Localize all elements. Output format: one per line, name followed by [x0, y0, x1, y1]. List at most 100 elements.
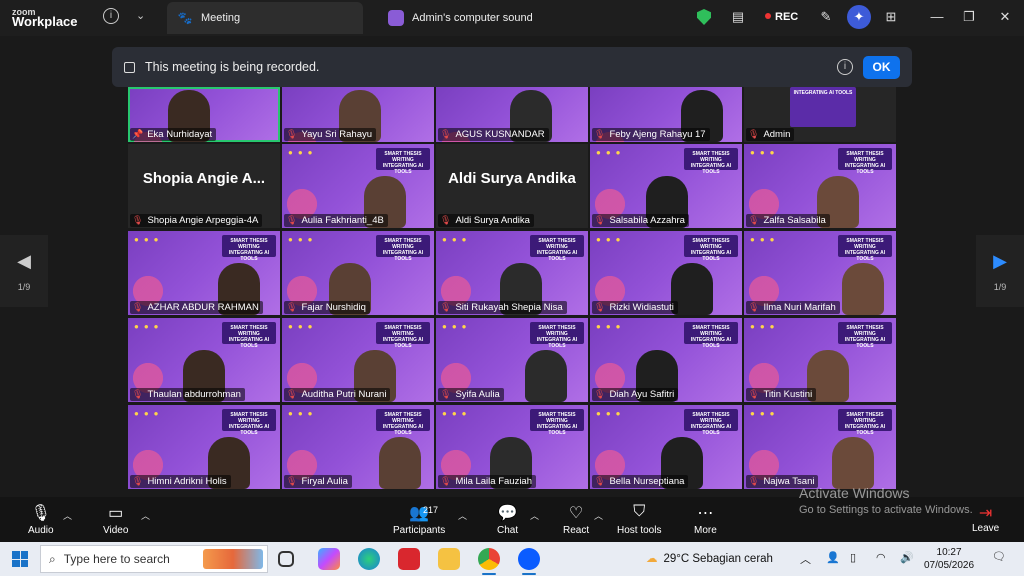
copilot-icon[interactable] [318, 548, 340, 570]
chrome-icon[interactable] [478, 548, 500, 575]
muted-mic-icon: 🎙 [440, 215, 452, 225]
sponsor-logos-icon: ●●● [750, 235, 780, 244]
windows-start-icon[interactable] [12, 551, 28, 567]
tray-people-icon[interactable]: 👤 [826, 551, 840, 564]
chat-button[interactable]: 💬 Chat [497, 503, 518, 536]
notification-icon[interactable]: 🗨 [992, 550, 1006, 563]
participant-tile[interactable]: ●●● SMART THESIS WRITING INTEGRATING AI T… [436, 405, 588, 489]
info-icon[interactable]: i [103, 8, 119, 24]
participant-tile[interactable]: ●●● SMART THESIS WRITING INTEGRATING AI T… [282, 405, 434, 489]
participant-name-label: 🎙 Diah Ayu Safitri [592, 388, 679, 401]
participant-video [379, 437, 421, 489]
taskbar-search[interactable]: ⌕ Type here to search [40, 545, 268, 573]
participants-caret-icon[interactable]: ︿ [458, 509, 467, 522]
annotate-pen-icon[interactable]: ✎ [817, 8, 835, 26]
wps-office-icon[interactable] [398, 548, 420, 570]
recording-indicator[interactable]: REC [765, 11, 798, 23]
participants-button[interactable]: 👥 217 Participants [393, 503, 445, 536]
security-shield-icon[interactable] [697, 9, 711, 25]
wifi-icon[interactable]: ◠ [876, 551, 886, 564]
recording-message: This meeting is being recorded. [145, 60, 320, 74]
restore-icon[interactable]: ❐ [960, 8, 978, 26]
audio-options-caret-icon[interactable]: ︿ [63, 509, 72, 522]
react-label: React [563, 525, 590, 536]
participant-tile[interactable]: 📌 Eka Nurhidayat [128, 87, 280, 142]
participant-tile[interactable]: ●●● SMART THESIS WRITING INTEGRATING AI T… [590, 318, 742, 402]
participant-tile[interactable]: Aldi Surya Andika 🎙 Aldi Surya Andika [436, 144, 588, 228]
participant-tile[interactable]: ●●● SMART THESIS WRITING INTEGRATING AI T… [436, 318, 588, 402]
prev-page-button[interactable]: ◀ 1/9 [0, 235, 48, 307]
minimize-icon[interactable]: — [928, 8, 946, 26]
event-banner: SMART THESIS WRITING INTEGRATING AI TOOL… [530, 322, 584, 349]
close-icon[interactable]: ✕ [996, 8, 1014, 26]
participant-name: Diah Ayu Safitri [609, 389, 675, 400]
participant-name: Eka Nurhidayat [147, 129, 213, 140]
weather-widget[interactable]: 29°C Sebagian cerah [646, 551, 773, 565]
chat-caret-icon[interactable]: ︿ [530, 509, 539, 522]
participant-name-label: 🎙 Aldi Surya Andika [438, 214, 534, 227]
participant-name: Firyal Aulia [301, 476, 348, 487]
brand-name: Workplace [12, 14, 78, 29]
chevron-down-icon[interactable]: ⌄ [136, 9, 145, 22]
event-banner: SMART THESIS WRITING INTEGRATING AI TOOL… [222, 235, 276, 262]
edge-browser-icon[interactable] [358, 548, 380, 570]
sponsor-logos-icon: ●●● [750, 148, 780, 157]
leave-button[interactable]: ⇥ Leave [972, 503, 999, 534]
tray-chevron-up-icon[interactable]: ︿ [800, 551, 811, 567]
react-button[interactable]: ♡ React [563, 503, 589, 536]
tab-meeting[interactable]: 🐾 Meeting [167, 2, 363, 34]
participant-tile[interactable]: ●●● SMART THESIS WRITING INTEGRATING AI T… [744, 231, 896, 315]
video-options-caret-icon[interactable]: ︿ [141, 509, 150, 522]
event-banner: SMART THESIS WRITING INTEGRATING AI TOOL… [684, 235, 738, 262]
participant-tile[interactable]: ●●● SMART THESIS WRITING INTEGRATING AI T… [590, 231, 742, 315]
sponsor-logos-icon: ●●● [134, 235, 164, 244]
muted-mic-icon: 🎙 [286, 302, 298, 312]
host-tools-button[interactable]: ⛉ Host tools [617, 503, 661, 536]
more-button[interactable]: ⋯ More [694, 503, 717, 536]
participant-tile[interactable]: ●●● SMART THESIS WRITING INTEGRATING AI T… [590, 144, 742, 228]
leave-door-icon: ⇥ [978, 505, 993, 522]
participant-tile[interactable]: ●●● SMART THESIS WRITING INTEGRATING AI T… [744, 144, 896, 228]
participant-tile[interactable]: ●●● SMART THESIS WRITING INTEGRATING AI T… [128, 318, 280, 402]
muted-mic-icon: 🎙 [132, 302, 144, 312]
tray-usb-icon[interactable]: ▯ [850, 551, 856, 564]
participant-tile[interactable]: ●●● SMART THESIS WRITING INTEGRATING AI T… [744, 405, 896, 489]
participant-tile[interactable]: ●●● SMART THESIS WRITING INTEGRATING AI T… [128, 405, 280, 489]
title-bar: zoom Workplace i ⌄ 🐾 Meeting Admin's com… [0, 0, 1024, 36]
tab-computer-sound[interactable]: Admin's computer sound [378, 2, 578, 34]
participant-tile[interactable]: Shopia Angie A... 🎙 Shopia Angie Arpeggia-… [128, 144, 280, 228]
file-explorer-icon[interactable] [438, 548, 460, 570]
participant-tile[interactable]: ●●● SMART THESIS WRITING INTEGRATING AI T… [744, 318, 896, 402]
task-view-icon[interactable] [278, 551, 294, 567]
participant-tile[interactable]: INTEGRATING AI TOOLS 🎙 Admin [744, 87, 896, 142]
muted-mic-icon: 🎙 [286, 476, 298, 486]
notes-icon[interactable]: ▤ [729, 8, 747, 26]
participant-tile[interactable]: 🎙 Yayu Sri Rahayu [282, 87, 434, 142]
participant-tile[interactable]: ●●● SMART THESIS WRITING INTEGRATING AI T… [282, 318, 434, 402]
participant-tile[interactable]: ●●● SMART THESIS WRITING INTEGRATING AI T… [128, 231, 280, 315]
next-page-button[interactable]: ▶ 1/9 [976, 235, 1024, 307]
info-icon[interactable]: i [837, 59, 853, 75]
participant-tile[interactable]: ●●● SMART THESIS WRITING INTEGRATING AI T… [436, 231, 588, 315]
ai-companion-icon[interactable]: ✦ [847, 5, 871, 29]
ok-button[interactable]: OK [863, 56, 900, 79]
participant-tile[interactable]: 🎙 AGUS KUSNANDAR [436, 87, 588, 142]
video-button[interactable]: ▭ Video [103, 503, 128, 536]
participant-tile[interactable]: ●●● SMART THESIS WRITING INTEGRATING AI T… [282, 144, 434, 228]
audio-button[interactable]: 🎙 Audio [28, 503, 54, 536]
speaker-icon[interactable]: 🔊 [900, 551, 914, 564]
search-placeholder: Type here to search [63, 552, 170, 566]
participant-tile[interactable]: ●●● SMART THESIS WRITING INTEGRATING AI T… [590, 405, 742, 489]
pin-icon: 📌 [132, 129, 144, 139]
participant-name-label: 🎙 Feby Ajeng Rahayu 17 [592, 128, 710, 141]
admin-poster: INTEGRATING AI TOOLS [790, 87, 856, 127]
muted-mic-icon: 🎙 [286, 129, 298, 139]
grid-view-icon[interactable]: ⊞ [882, 8, 900, 26]
participant-name-label: 🎙 AZHAR ABDUR RAHMAN [130, 301, 263, 314]
more-label: More [694, 525, 717, 536]
system-clock[interactable]: 10:27 07/05/2026 [924, 546, 974, 572]
participant-tile[interactable]: ●●● SMART THESIS WRITING INTEGRATING AI T… [282, 231, 434, 315]
react-caret-icon[interactable]: ︿ [594, 509, 603, 522]
participant-tile[interactable]: 🎙 Feby Ajeng Rahayu 17 [590, 87, 742, 142]
zoom-taskbar-icon[interactable] [518, 548, 540, 575]
